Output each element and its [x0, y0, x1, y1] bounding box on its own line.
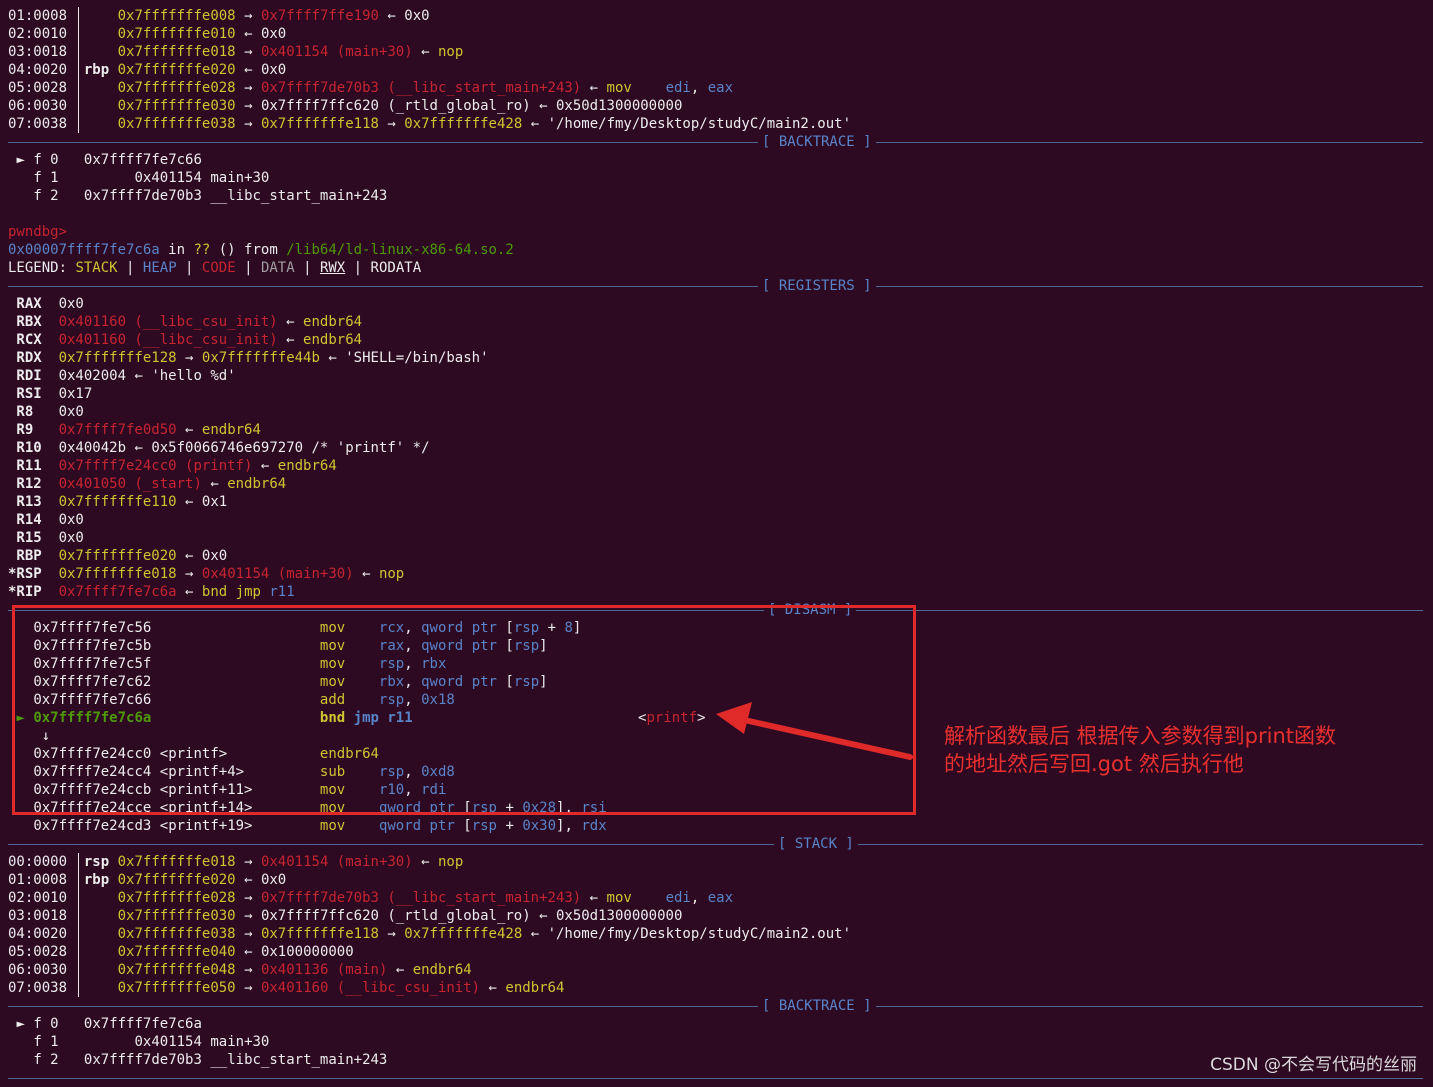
annotation-text: 解析函数最后 根据传入参数得到print函数 的地址然后写回.got 然后执行他 — [944, 724, 1337, 776]
watermark: CSDN @不会写代码的丝丽 — [1210, 1055, 1417, 1075]
annotation-arrow-icon — [716, 702, 913, 760]
